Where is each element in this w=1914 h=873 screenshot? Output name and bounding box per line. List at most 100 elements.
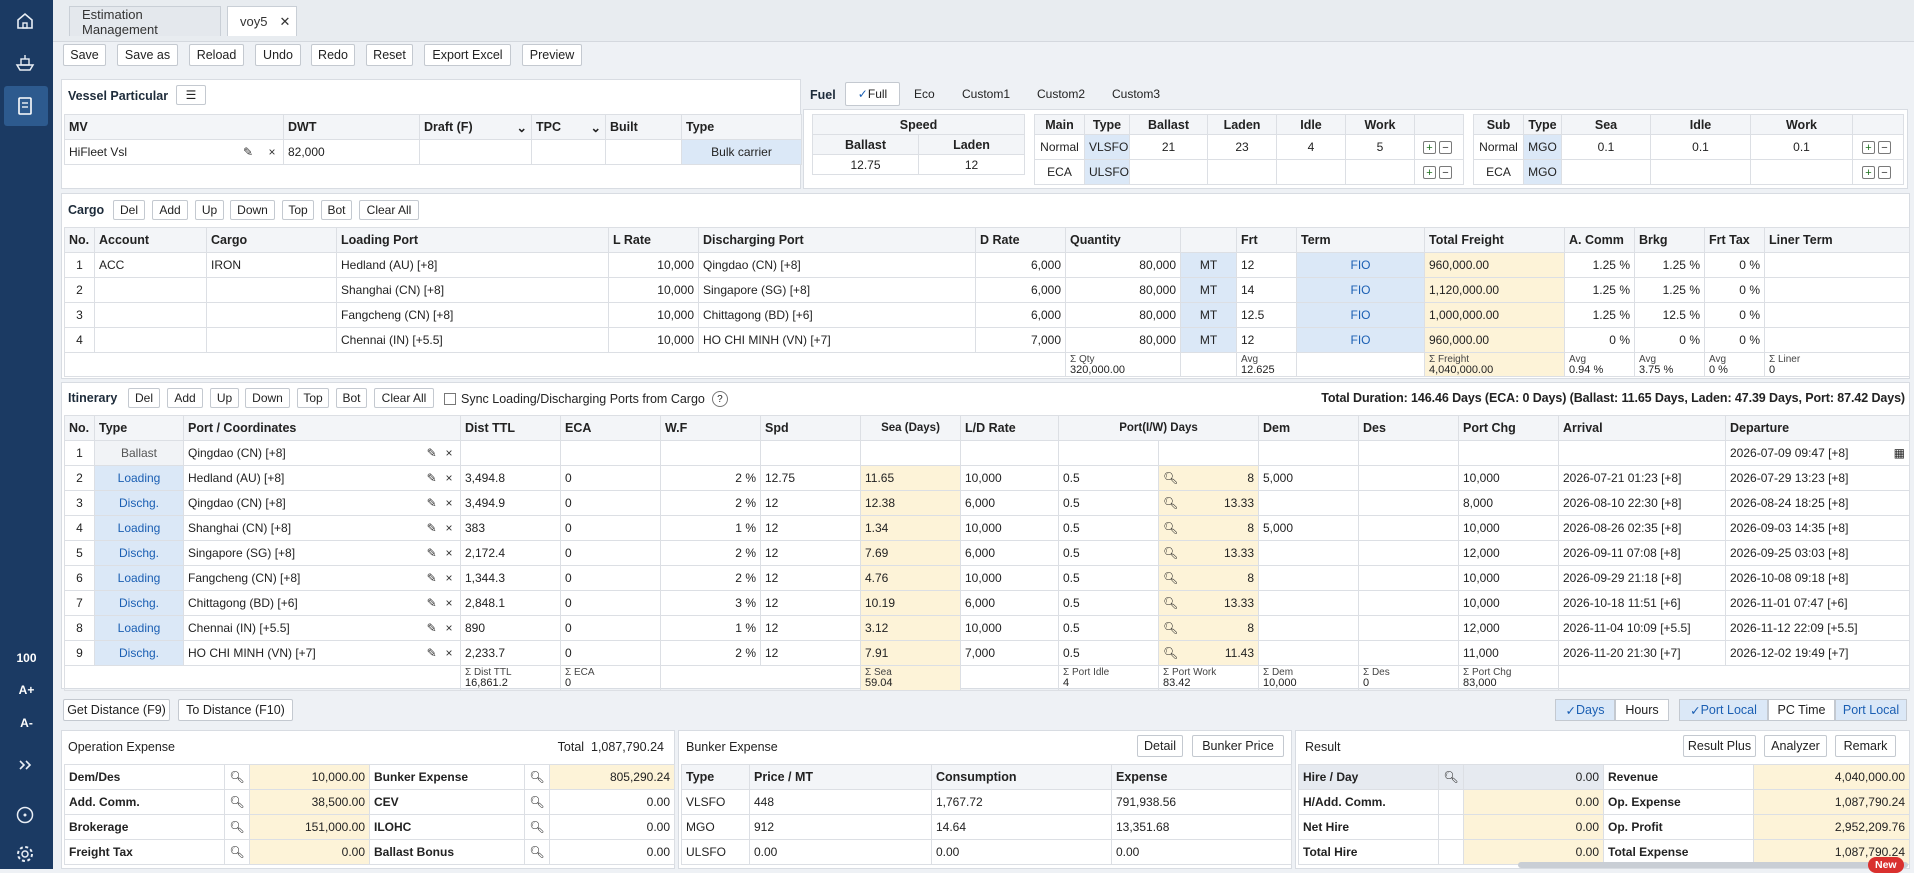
term-cell[interactable]: FIO	[1296, 277, 1425, 303]
clear-icon[interactable]: ×	[442, 571, 456, 585]
search-icon[interactable]: 🔍︎	[1163, 596, 1178, 610]
main-fuel-type[interactable]: ULSFO	[1084, 159, 1130, 185]
help-icon[interactable]: ?	[711, 391, 728, 407]
port-work-cell[interactable]: 🔍︎ 13.33	[1159, 591, 1258, 615]
clear-icon[interactable]: ×	[442, 521, 456, 535]
dem-cell[interactable]: 5,000	[1258, 515, 1359, 541]
port-chg-cell[interactable]: 10,000	[1458, 515, 1559, 541]
port-cell[interactable]: Chennai (IN) [+5.5] ✎ ×	[183, 615, 461, 641]
port-chg-cell[interactable]: 10,000	[1458, 590, 1559, 616]
vessel-menu-button[interactable]: ☰	[176, 85, 206, 105]
col-tpc[interactable]: TPC ⌄	[531, 114, 606, 140]
port-type-select[interactable]: Loading	[94, 615, 184, 641]
fuel-tab-custom1[interactable]: Custom1	[962, 87, 1010, 101]
spd-cell[interactable]: 12	[760, 590, 861, 616]
port-work-cell[interactable]: 🔍︎ 8	[1159, 466, 1258, 490]
unit-cell[interactable]: MT	[1180, 327, 1237, 353]
result-plus-button[interactable]: Result Plus	[1683, 735, 1756, 757]
spd-cell[interactable]: 12	[760, 565, 861, 591]
wf-cell[interactable]: 2 %	[660, 540, 761, 566]
search-icon[interactable]: 🔍︎	[524, 814, 550, 840]
reload-button[interactable]: Reload	[189, 44, 244, 66]
dist-ttl-cell[interactable]: 2,172.4	[460, 540, 561, 566]
dem-cell[interactable]: 5,000	[1258, 465, 1359, 491]
term-cell[interactable]: FIO	[1296, 327, 1425, 353]
dist-ttl-cell[interactable]: 3,494.9	[460, 490, 561, 516]
quantity-cell[interactable]: 80,000	[1065, 252, 1181, 278]
to-distance-button[interactable]: To Distance (F10)	[178, 699, 293, 721]
port-idle-cell[interactable]: 0.5	[1060, 641, 1159, 665]
sub-sea[interactable]	[1561, 159, 1651, 185]
wf-cell[interactable]	[660, 440, 761, 466]
port-idle-cell[interactable]: 0.5	[1060, 491, 1159, 515]
clear-icon[interactable]: ×	[265, 145, 279, 159]
dem-cell[interactable]	[1258, 640, 1359, 666]
l-rate-cell[interactable]: 10,000	[608, 252, 699, 278]
search-icon[interactable]: 🔍︎	[524, 839, 550, 865]
add-row-icon[interactable]: +	[1423, 141, 1436, 155]
search-icon[interactable]: 🔍︎	[1163, 571, 1178, 585]
bunker-price[interactable]: 912	[749, 814, 932, 840]
search-icon[interactable]: 🔍︎	[224, 814, 250, 840]
brkg-cell[interactable]: 1.25 %	[1634, 277, 1705, 303]
edit-pencil-icon[interactable]: ✎	[425, 596, 439, 610]
spd-cell[interactable]: 12	[760, 615, 861, 641]
edit-pencil-icon[interactable]: ✎	[241, 145, 255, 159]
dist-ttl-cell[interactable]: 1,344.3	[460, 565, 561, 591]
port-type-select[interactable]: Dischg.	[94, 490, 184, 516]
frt-tax-cell[interactable]: 0 %	[1704, 302, 1765, 328]
port-days-cell[interactable]: 0.5 🔍︎ 13.33	[1058, 590, 1259, 616]
des-cell[interactable]	[1358, 540, 1459, 566]
brkg-cell[interactable]: 12.5 %	[1634, 302, 1705, 328]
port-cell[interactable]: Chittagong (BD) [+6] ✎ ×	[183, 590, 461, 616]
vessel-type-select[interactable]: Bulk carrier	[681, 139, 802, 165]
sub-idle[interactable]: 0.1	[1650, 134, 1751, 160]
days-toggle[interactable]: ✓ Days	[1555, 699, 1615, 721]
main-laden[interactable]	[1207, 159, 1277, 185]
quantity-cell[interactable]: 80,000	[1065, 302, 1181, 328]
itinerary-del-button[interactable]: Del	[128, 388, 160, 408]
eca-cell[interactable]	[560, 440, 661, 466]
result-value[interactable]: 0.00	[1463, 764, 1604, 790]
port-idle-cell[interactable]: 0.5	[1060, 466, 1159, 490]
frt-cell[interactable]: 12	[1236, 327, 1297, 353]
dist-ttl-cell[interactable]: 2,848.1	[460, 590, 561, 616]
edit-pencil-icon[interactable]: ✎	[425, 571, 439, 585]
frt-tax-cell[interactable]: 0 %	[1704, 277, 1765, 303]
frt-cell[interactable]: 14	[1236, 277, 1297, 303]
port-cell[interactable]: Hedland (AU) [+8] ✎ ×	[183, 465, 461, 491]
ld-rate-cell[interactable]: 10,000	[960, 615, 1059, 641]
des-cell[interactable]	[1358, 515, 1459, 541]
font-decrease-button[interactable]: A-	[0, 716, 53, 730]
spd-cell[interactable]: 12	[760, 640, 861, 666]
search-icon[interactable]: 🔍︎	[1163, 546, 1178, 560]
cargo-del-button[interactable]: Del	[113, 200, 145, 220]
port-chg-cell[interactable]: 12,000	[1458, 540, 1559, 566]
port-type-select[interactable]: Loading	[94, 515, 184, 541]
itinerary-bot-button[interactable]: Bot	[336, 388, 367, 408]
discharging-port-cell[interactable]: Singapore (SG) [+8]	[698, 277, 976, 303]
speed-laden-value[interactable]: 12	[918, 154, 1025, 175]
export-excel-button[interactable]: Export Excel	[424, 44, 511, 66]
port-idle-cell[interactable]: 0.5	[1060, 541, 1159, 565]
departure-cell[interactable]: 2026-07-09 09:47 [+8] ▦	[1725, 440, 1910, 466]
eca-cell[interactable]: 0	[560, 465, 661, 491]
departure-cell[interactable]: 2026-08-24 18:25 [+8]	[1725, 490, 1910, 516]
port-cell[interactable]: Singapore (SG) [+8] ✎ ×	[183, 540, 461, 566]
port-type-select[interactable]: Loading	[94, 565, 184, 591]
port-work-cell[interactable]: 🔍︎ 13.33	[1159, 541, 1258, 565]
spd-cell[interactable]: 12	[760, 490, 861, 516]
departure-cell[interactable]: 2026-11-01 07:47 [+6]	[1725, 590, 1910, 616]
cargo-add-button[interactable]: Add	[152, 200, 188, 220]
l-rate-cell[interactable]: 10,000	[608, 302, 699, 328]
brkg-cell[interactable]: 0 %	[1634, 327, 1705, 353]
clear-icon[interactable]: ×	[442, 546, 456, 560]
account-cell[interactable]	[94, 277, 207, 303]
eca-cell[interactable]: 0	[560, 640, 661, 666]
wf-cell[interactable]: 2 %	[660, 465, 761, 491]
port-work-cell[interactable]: 🔍︎ 13.33	[1159, 491, 1258, 515]
dem-cell[interactable]	[1258, 590, 1359, 616]
itinerary-up-button[interactable]: Up	[210, 388, 239, 408]
tab-estimation-management[interactable]: Estimation Management	[69, 6, 221, 37]
eca-cell[interactable]: 0	[560, 515, 661, 541]
